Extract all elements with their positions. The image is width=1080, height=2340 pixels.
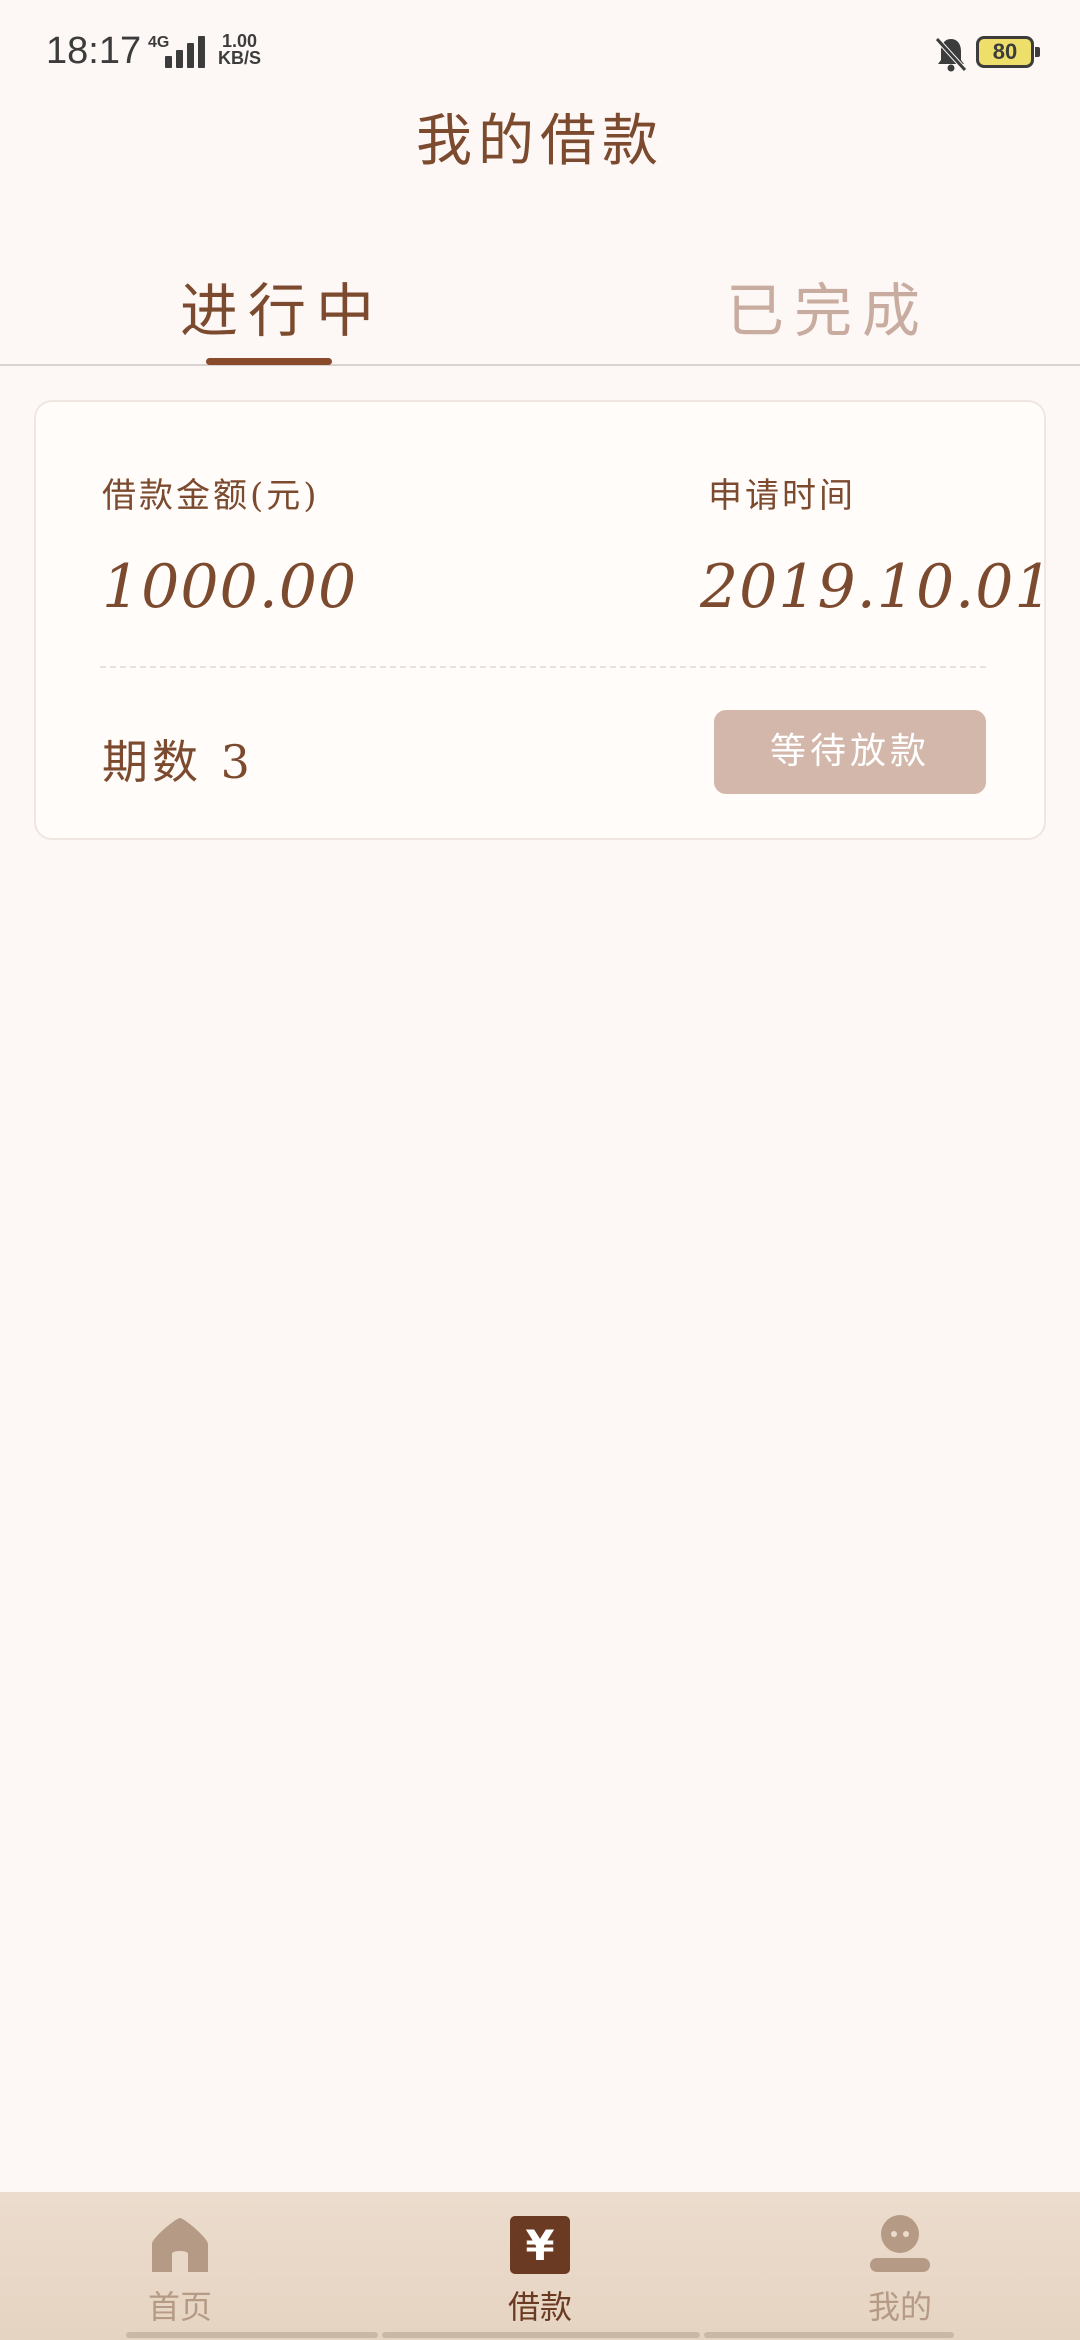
- nav-home[interactable]: 首页: [0, 2192, 360, 2340]
- gesture-bar-right: [704, 2332, 954, 2338]
- loan-card[interactable]: 借款金额(元) 申请时间 1000.00 2019.10.01 期数 3 等待放…: [34, 400, 1053, 840]
- signal-icon: [163, 36, 209, 68]
- user-icon: [870, 2215, 930, 2272]
- status-time: 18:17: [46, 30, 142, 72]
- yuan-icon: ¥: [510, 2216, 570, 2274]
- tab-in-progress[interactable]: 进行中: [180, 264, 384, 364]
- svg-text:¥: ¥: [525, 2221, 554, 2270]
- nav-home-label: 首页: [147, 2288, 212, 2326]
- page-title: 我的借款: [416, 109, 664, 174]
- home-icon: [152, 2218, 208, 2272]
- bell-off-icon: [935, 37, 967, 72]
- date-label: 申请时间: [708, 476, 856, 516]
- nav-mine[interactable]: 我的: [720, 2192, 1080, 2340]
- speed-unit: KB/S: [218, 48, 262, 68]
- card-divider: [100, 666, 986, 668]
- screen: 18:17 4G 1.00 KB/S 80 我的借款 进行中 已完成 借款金额(…: [0, 0, 1080, 2340]
- nav-loan[interactable]: ¥ 借款: [360, 2192, 720, 2340]
- active-tab-indicator: [206, 358, 332, 365]
- awaiting-disbursement-button[interactable]: 等待放款: [714, 710, 986, 794]
- tab-bar: 进行中 已完成: [0, 250, 1080, 366]
- network-speed: 1.00 KB/S: [218, 32, 262, 68]
- date-value: 2019.10.01: [700, 552, 1054, 622]
- status-bar: 18:17 4G 1.00 KB/S 80: [0, 0, 1080, 96]
- battery-indicator: 80: [976, 36, 1040, 68]
- nav-mine-label: 我的: [867, 2288, 932, 2326]
- gesture-bar-center: [382, 2332, 700, 2338]
- periods-text: 期数 3: [102, 735, 254, 789]
- bottom-nav: 首页 ¥ 借款 我的: [0, 2192, 1080, 2340]
- amount-value: 1000.00: [102, 552, 358, 622]
- amount-label: 借款金额(元): [102, 476, 320, 516]
- nav-loan-label: 借款: [507, 2288, 572, 2326]
- tab-completed[interactable]: 已完成: [726, 264, 930, 364]
- gesture-bar-left: [126, 2332, 378, 2338]
